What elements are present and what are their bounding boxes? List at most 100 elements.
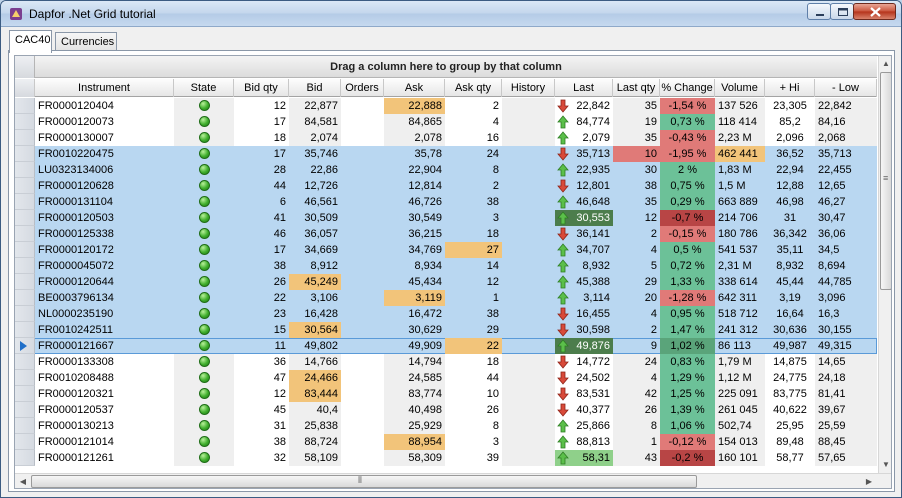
scroll-right-arrow-icon[interactable]: ▶ bbox=[862, 475, 876, 488]
cell-last: 30,598 bbox=[555, 322, 613, 338]
cell-history bbox=[502, 146, 555, 162]
column-header-last-qty[interactable]: Last qty bbox=[613, 79, 660, 97]
column-header-change[interactable]: % Change bbox=[660, 79, 715, 97]
table-row[interactable]: FR0000131104 6 46,561 46,726 38 46,648 35 0,29 … bbox=[15, 194, 877, 210]
column-header-low[interactable]: - Low bbox=[815, 79, 877, 97]
red-down-arrow-icon bbox=[557, 147, 569, 161]
row-selector[interactable] bbox=[15, 274, 35, 290]
cell-bid: 45,249 bbox=[289, 274, 341, 290]
cell-orders bbox=[341, 418, 384, 434]
row-selector[interactable] bbox=[15, 322, 35, 338]
table-row[interactable]: FR0000120073 17 84,581 84,865 4 84,774 19 0,73 … bbox=[15, 114, 877, 130]
scroll-up-arrow-icon[interactable]: ▲ bbox=[879, 57, 891, 71]
row-selector[interactable] bbox=[15, 370, 35, 386]
row-selector[interactable] bbox=[15, 130, 35, 146]
vertical-scrollbar[interactable]: ▲ ≡ ▼ bbox=[878, 56, 891, 473]
row-selector[interactable] bbox=[15, 194, 35, 210]
table-row[interactable]: FR0000121667 11 49,802 49,909 22 49,876 9 1,02 … bbox=[15, 338, 877, 354]
cell-state bbox=[174, 450, 234, 466]
green-status-dot-icon bbox=[199, 436, 210, 447]
column-header-ask-qty[interactable]: Ask qty bbox=[445, 79, 502, 97]
table-row[interactable]: FR0000130007 18 2,074 2,078 16 2,079 35 -0,43 %… bbox=[15, 130, 877, 146]
close-button[interactable] bbox=[853, 3, 896, 20]
minimize-button[interactable] bbox=[807, 3, 831, 20]
row-selector[interactable] bbox=[15, 402, 35, 418]
table-row[interactable]: FR0000121261 32 58,109 58,309 39 58,31 43 -0,2 … bbox=[15, 450, 877, 466]
table-row[interactable]: LU0323134006 28 22,86 22,904 8 22,935 30 2 % 1,8… bbox=[15, 162, 877, 178]
cell-last-qty: 4 bbox=[650, 244, 657, 256]
green-status-dot-icon bbox=[199, 452, 210, 463]
table-row[interactable]: FR0000130213 31 25,838 25,929 8 25,866 8 1,06 %… bbox=[15, 418, 877, 434]
column-header-volume[interactable]: Volume bbox=[715, 79, 765, 97]
row-selector[interactable] bbox=[15, 450, 35, 466]
table-row[interactable]: FR0000120628 44 12,726 12,814 2 12,801 38 0,75 … bbox=[15, 178, 877, 194]
maximize-button[interactable] bbox=[830, 3, 854, 20]
row-selector[interactable] bbox=[15, 354, 35, 370]
row-selector[interactable] bbox=[15, 226, 35, 242]
column-header-bid[interactable]: Bid bbox=[289, 79, 341, 97]
row-selector[interactable] bbox=[15, 178, 35, 194]
scroll-down-arrow-icon[interactable]: ▼ bbox=[879, 458, 891, 472]
vertical-scroll-thumb[interactable]: ≡ bbox=[880, 72, 891, 290]
row-selector[interactable] bbox=[15, 338, 35, 354]
green-status-dot-icon bbox=[199, 340, 210, 351]
group-by-panel[interactable]: Drag a column here to group by that colu… bbox=[15, 56, 877, 78]
tab-cac40[interactable]: CAC40 bbox=[9, 30, 52, 53]
scroll-left-arrow-icon[interactable]: ◀ bbox=[16, 475, 30, 488]
cell-last-qty: 2 bbox=[650, 324, 657, 336]
table-row[interactable]: BE0003796134 22 3,106 3,119 1 3,114 20 -1,28 % 6… bbox=[15, 290, 877, 306]
row-selector[interactable] bbox=[15, 290, 35, 306]
row-selector[interactable] bbox=[15, 242, 35, 258]
table-row[interactable]: FR0000133308 36 14,766 14,794 18 14,772 24 0,83… bbox=[15, 354, 877, 370]
table-row[interactable]: FR0010242511 15 30,564 30,629 29 30,598 2 1,47 … bbox=[15, 322, 877, 338]
cell-instrument: LU0323134006 bbox=[38, 164, 114, 176]
table-row[interactable]: FR0000121014 38 88,724 88,954 3 88,813 1 -0,12 … bbox=[15, 434, 877, 450]
column-header-history[interactable]: History bbox=[502, 79, 555, 97]
table-row[interactable]: FR0000120172 17 34,669 34,769 27 34,707 4 0,5 %… bbox=[15, 242, 877, 258]
column-header-bid-qty[interactable]: Bid qty bbox=[234, 79, 289, 97]
row-selector[interactable] bbox=[15, 210, 35, 226]
table-row[interactable]: FR0000045072 38 8,912 8,934 14 8,932 5 0,72 % 2,… bbox=[15, 258, 877, 274]
cell-bid: 30,509 bbox=[304, 212, 338, 224]
table-row[interactable]: NL0000235190 23 16,428 16,472 38 16,455 4 0,95 … bbox=[15, 306, 877, 322]
table-row[interactable]: FR0000125338 46 36,057 36,215 18 36,141 2 -0,15… bbox=[15, 226, 877, 242]
row-selector[interactable] bbox=[15, 386, 35, 402]
table-row[interactable]: FR0000120503 41 30,509 30,549 3 30,553 12 -0,7 … bbox=[15, 210, 877, 226]
cell-last-qty: 2 bbox=[650, 228, 657, 240]
app-window: Dapfor .Net Grid tutorial CAC40 Currenci… bbox=[0, 0, 902, 498]
cell-ask: 30,549 bbox=[408, 212, 442, 224]
table-row[interactable]: FR0000120537 45 40,4 40,498 26 40,377 26 1,39 %… bbox=[15, 402, 877, 418]
cell-volume: 642 311 bbox=[718, 292, 757, 304]
table-row[interactable]: FR0010220475 17 35,746 35,78 24 35,713 10 -1,95… bbox=[15, 146, 877, 162]
row-selector[interactable] bbox=[15, 434, 35, 450]
column-header-state[interactable]: State bbox=[174, 79, 234, 97]
horizontal-scroll-thumb[interactable]: ⦀ bbox=[31, 475, 697, 488]
row-selector[interactable] bbox=[15, 258, 35, 274]
table-row[interactable]: FR0000120644 26 45,249 45,434 12 45,388 29 1,33… bbox=[15, 274, 877, 290]
horizontal-scrollbar[interactable]: ◀ ⦀ ▶ bbox=[15, 473, 891, 488]
row-selector[interactable] bbox=[15, 162, 35, 178]
column-header-hi[interactable]: + Hi bbox=[765, 79, 815, 97]
row-selector[interactable] bbox=[15, 146, 35, 162]
row-selector[interactable] bbox=[15, 98, 35, 114]
last-price: 49,876 bbox=[576, 340, 610, 352]
cell-volume: 118 414 bbox=[715, 114, 765, 130]
table-row[interactable]: FR0000120321 12 83,444 83,774 10 83,531 42 1,25… bbox=[15, 386, 877, 402]
column-header-ask[interactable]: Ask bbox=[384, 79, 445, 97]
tab-currencies[interactable]: Currencies bbox=[55, 32, 117, 52]
table-row[interactable]: FR0000120404 12 22,877 22,888 2 22,842 35 -1,54… bbox=[15, 98, 877, 114]
column-header-last[interactable]: Last bbox=[555, 79, 613, 97]
row-selector[interactable] bbox=[15, 418, 35, 434]
cell-bid-qty: 12 bbox=[273, 388, 286, 400]
cell-state bbox=[174, 130, 234, 146]
row-selector[interactable] bbox=[15, 114, 35, 130]
table-row[interactable]: FR0010208488 47 24,466 24,585 44 24,502 4 1,29 … bbox=[15, 370, 877, 386]
green-status-dot-icon bbox=[199, 196, 210, 207]
cell-state bbox=[174, 274, 234, 290]
cell-instrument: FR0000133308 bbox=[38, 356, 114, 368]
column-header-orders[interactable]: Orders bbox=[341, 79, 384, 97]
title-bar[interactable]: Dapfor .Net Grid tutorial bbox=[1, 1, 901, 27]
column-header-instrument[interactable]: Instrument bbox=[35, 79, 174, 97]
row-selector[interactable] bbox=[15, 306, 35, 322]
cell-last: 22,935 bbox=[555, 162, 613, 178]
